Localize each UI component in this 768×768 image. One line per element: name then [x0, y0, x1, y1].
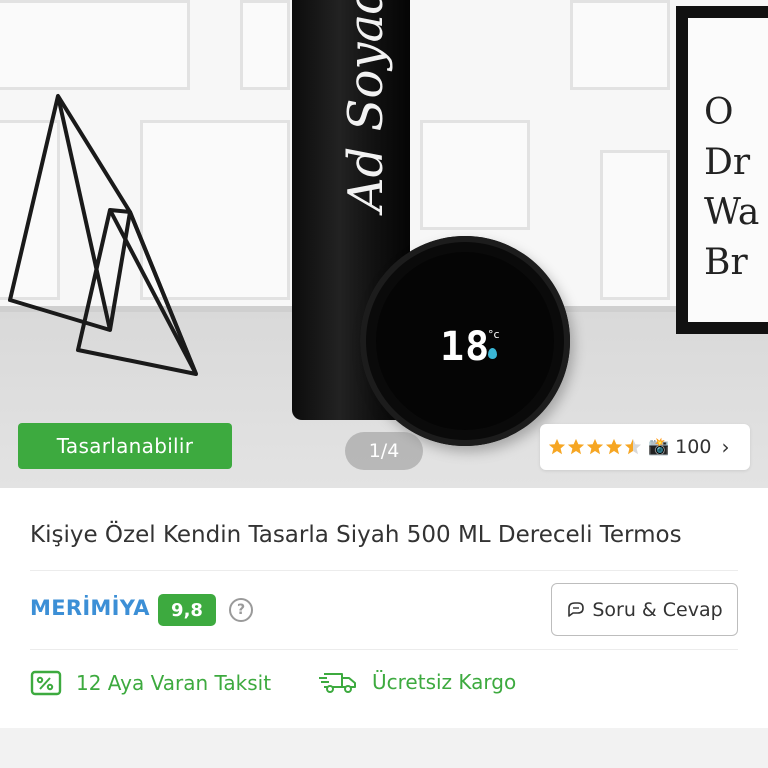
wall-panel — [0, 0, 190, 90]
photo-review-count: 100 — [675, 436, 712, 458]
chat-icon — [568, 601, 585, 617]
seller-name-link[interactable]: MERİMİYA — [30, 596, 150, 620]
camera-icon: 📸 — [648, 437, 670, 457]
wall-panel — [600, 150, 670, 300]
help-icon[interactable]: ? — [229, 598, 253, 622]
installment-label: 12 Aya Varan Taksit — [76, 671, 272, 695]
divider — [30, 570, 738, 571]
installment-feature[interactable]: 12 Aya Varan Taksit — [30, 670, 271, 696]
customizable-badge: Tasarlanabilir — [18, 423, 232, 469]
picture-frame-decor: O Dr Wa Br — [676, 6, 768, 334]
temperature-unit: °c — [488, 328, 500, 341]
star-full-icon — [548, 438, 566, 455]
wall-panel — [240, 0, 290, 90]
seller-score-badge: 9,8 — [158, 594, 216, 626]
product-title: Kişiye Özel Kendin Tasarla Siyah 500 ML … — [30, 522, 682, 548]
rating-summary-button[interactable]: 📸 100 › — [540, 424, 750, 470]
qa-button[interactable]: Soru & Cevap — [551, 583, 738, 636]
chevron-right-icon: › — [721, 435, 730, 459]
free-shipping-label: Ücretsiz Kargo — [372, 670, 517, 694]
star-full-icon — [605, 438, 623, 455]
frame-text: O Dr Wa Br — [704, 92, 760, 283]
star-rating — [548, 438, 642, 456]
divider — [30, 649, 738, 650]
image-pager: 1/4 — [345, 432, 423, 470]
wall-panel — [420, 120, 530, 230]
water-drop-icon — [488, 348, 497, 359]
star-full-icon — [567, 438, 585, 455]
installment-icon — [30, 670, 62, 696]
star-full-icon — [586, 438, 604, 455]
free-shipping-feature[interactable]: Ücretsiz Kargo — [318, 670, 516, 694]
star-half-icon — [624, 438, 642, 455]
product-image-carousel[interactable]: O Dr Wa Br Ad Soyad 18 °c Tasarlanabilir… — [0, 0, 768, 488]
temperature-display: 18 — [440, 324, 491, 370]
engraving-text: Ad Soyad — [338, 0, 394, 212]
section-gap — [0, 728, 768, 768]
qa-button-label: Soru & Cevap — [592, 598, 723, 621]
wire-pyramid-decor — [8, 94, 198, 376]
wall-panel — [570, 0, 670, 90]
truck-icon — [319, 673, 356, 693]
